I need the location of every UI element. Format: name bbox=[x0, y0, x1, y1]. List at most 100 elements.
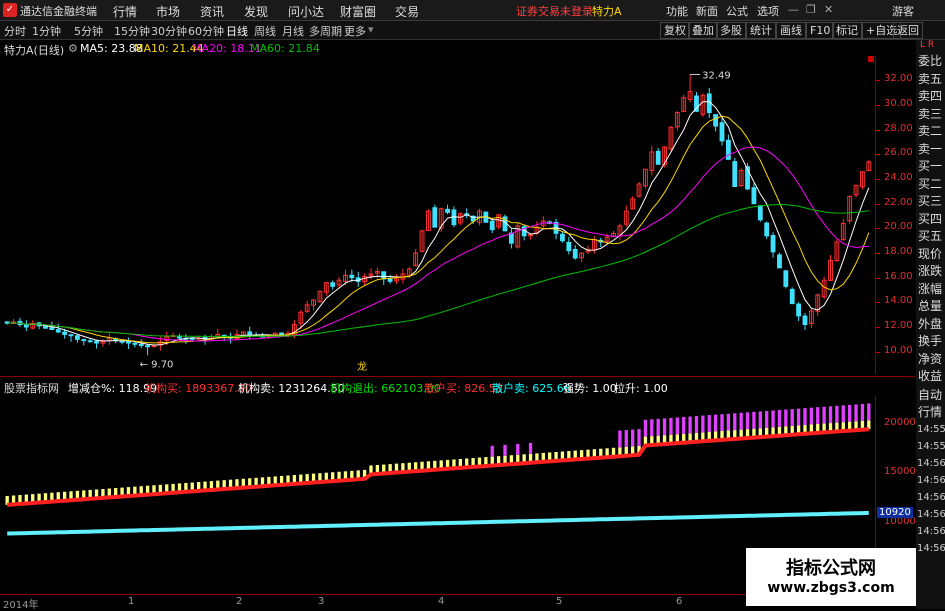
statistics-button[interactable]: 统计 bbox=[746, 22, 776, 39]
minimize-icon[interactable]: — bbox=[788, 3, 799, 16]
period-tab-multi[interactable]: 多周期 bbox=[309, 23, 342, 39]
price-tick: 32.00 bbox=[884, 73, 913, 85]
price-tick: 26.00 bbox=[884, 147, 913, 159]
dragon-marker: 龙 bbox=[357, 360, 367, 373]
draw-line-button[interactable]: 画线 bbox=[776, 22, 806, 39]
candle-body bbox=[62, 331, 68, 335]
price-tick-mark bbox=[876, 351, 880, 353]
side-item[interactable]: 买四 bbox=[918, 210, 942, 227]
side-item[interactable]: 买五 bbox=[918, 227, 942, 244]
mark-button[interactable]: 标记 bbox=[832, 22, 862, 39]
period-tab-5min[interactable]: 5分钟 bbox=[74, 23, 103, 39]
menu-new-page[interactable]: 新面 bbox=[696, 3, 718, 19]
watermark: 指标公式网 www.zbgs3.com bbox=[746, 548, 916, 606]
side-item[interactable]: 涨跌 bbox=[918, 262, 942, 279]
candle-body bbox=[783, 270, 789, 287]
candle-body bbox=[732, 161, 738, 187]
restore-rights-button[interactable]: 复权 bbox=[660, 22, 690, 39]
candle-body bbox=[145, 345, 151, 348]
candle-body bbox=[247, 331, 253, 335]
menu-market[interactable]: 市场 bbox=[156, 3, 180, 20]
candle-body bbox=[757, 205, 763, 221]
candle-body bbox=[432, 207, 438, 228]
menu-options[interactable]: 选项 bbox=[757, 3, 779, 19]
period-tab-15min[interactable]: 15分钟 bbox=[114, 23, 150, 39]
side-item[interactable]: 卖二 bbox=[918, 122, 942, 139]
price-tick: 20.00 bbox=[884, 221, 913, 233]
menu-market-quotes[interactable]: 行情 bbox=[113, 3, 137, 20]
candle-body bbox=[713, 114, 719, 127]
menu-formula[interactable]: 公式 bbox=[726, 3, 748, 19]
side-item[interactable]: 卖一 bbox=[918, 140, 942, 157]
menu-ask-xiaoda[interactable]: 问小达 bbox=[288, 3, 324, 20]
candle-body bbox=[81, 339, 87, 342]
candle-body bbox=[751, 187, 757, 205]
back-button[interactable]: 返回 bbox=[893, 22, 923, 39]
indicator-chart[interactable] bbox=[0, 396, 875, 594]
period-tab-timeshare[interactable]: 分时 bbox=[4, 23, 26, 39]
side-item[interactable]: 委比 bbox=[918, 52, 942, 69]
price-tick-mark bbox=[876, 277, 880, 279]
period-toolbar: 分时 1分钟 5分钟 15分钟 30分钟 60分钟 日线 周线 月线 多周期 更… bbox=[0, 21, 945, 40]
side-item[interactable]: 卖三 bbox=[918, 105, 942, 122]
period-tab-monthly[interactable]: 月线 bbox=[282, 23, 304, 39]
menu-trade[interactable]: 交易 bbox=[395, 3, 419, 20]
menu-news[interactable]: 资讯 bbox=[200, 3, 224, 20]
candle-body bbox=[279, 332, 285, 335]
lr-indicator[interactable]: L R bbox=[920, 40, 934, 50]
price-axis: 32.00 30.00 28.00 26.00 24.00 22.00 20.00 18.00… bbox=[875, 56, 916, 374]
low-price-label: ← 9.70 bbox=[140, 359, 174, 370]
guest-label[interactable]: 游客 bbox=[892, 3, 914, 19]
overlay-button[interactable]: 叠加 bbox=[688, 22, 718, 39]
menu-wealth-circle[interactable]: 财富圈 bbox=[340, 3, 376, 20]
chart-corner-marker bbox=[868, 56, 874, 62]
side-item[interactable]: 涨幅 bbox=[918, 280, 942, 297]
app-logo-icon: ✓ bbox=[3, 3, 17, 17]
period-tab-more[interactable]: 更多 bbox=[344, 23, 366, 39]
side-item[interactable]: 外盘 bbox=[918, 315, 942, 332]
period-tab-daily[interactable]: 日线 bbox=[226, 23, 248, 39]
side-item[interactable]: 换手 bbox=[918, 332, 942, 349]
side-item[interactable]: 现价 bbox=[918, 245, 942, 262]
menu-function[interactable]: 功能 bbox=[666, 3, 688, 19]
price-tick: 30.00 bbox=[884, 98, 913, 110]
close-icon[interactable]: ✕ bbox=[824, 3, 833, 16]
login-status[interactable]: 证券交易未登录 bbox=[516, 3, 593, 19]
settings-gear-icon[interactable]: ⚙ bbox=[68, 42, 78, 55]
date-tick: 2 bbox=[236, 596, 243, 607]
date-tick: 3 bbox=[318, 596, 325, 607]
side-item[interactable]: 买二 bbox=[918, 175, 942, 192]
candle-body bbox=[126, 341, 131, 344]
ma5-line bbox=[7, 101, 870, 346]
side-item[interactable]: 行情 bbox=[918, 403, 942, 420]
high-price-label: 32.49 bbox=[702, 70, 731, 81]
side-item[interactable]: 自动 bbox=[918, 386, 942, 403]
candle-body bbox=[572, 248, 578, 259]
quote-side-panel: L R 委比 卖五 卖四 卖三 卖二 卖一 买一 买二 买三 买四 买五 现价 涨跌 涨幅 总量 外盘 换手 净资收… bbox=[916, 40, 945, 609]
period-tab-30min[interactable]: 30分钟 bbox=[151, 23, 187, 39]
side-item[interactable]: 买一 bbox=[918, 157, 942, 174]
indicator-name[interactable]: 股票指标网 bbox=[4, 380, 59, 396]
side-item[interactable]: 净资 bbox=[918, 350, 942, 367]
restore-icon[interactable]: ❐ bbox=[806, 3, 816, 16]
side-item[interactable]: 卖五 bbox=[918, 70, 942, 87]
tick-time: 14:56 bbox=[917, 475, 945, 486]
multi-stock-button[interactable]: 多股 bbox=[716, 22, 746, 39]
side-item[interactable]: 收益 bbox=[918, 367, 942, 384]
price-tick-mark bbox=[876, 253, 880, 255]
menu-discover[interactable]: 发现 bbox=[244, 3, 268, 20]
candle-body bbox=[381, 271, 387, 280]
period-tab-1min[interactable]: 1分钟 bbox=[32, 23, 61, 39]
candle-body bbox=[87, 340, 93, 343]
candlestick-chart[interactable]: 32.49 ← 9.70 龙 bbox=[0, 56, 875, 374]
chevron-down-icon[interactable]: ▾ bbox=[368, 23, 374, 36]
f10-button[interactable]: F10 bbox=[806, 22, 835, 39]
period-tab-weekly[interactable]: 周线 bbox=[254, 23, 276, 39]
candle-body bbox=[55, 329, 61, 333]
side-item[interactable]: 买三 bbox=[918, 192, 942, 209]
period-tab-60min[interactable]: 60分钟 bbox=[188, 23, 224, 39]
date-tick: 4 bbox=[438, 596, 445, 607]
side-item[interactable]: 卖四 bbox=[918, 87, 942, 104]
candle-body bbox=[445, 208, 450, 213]
side-item[interactable]: 总量 bbox=[918, 297, 942, 314]
